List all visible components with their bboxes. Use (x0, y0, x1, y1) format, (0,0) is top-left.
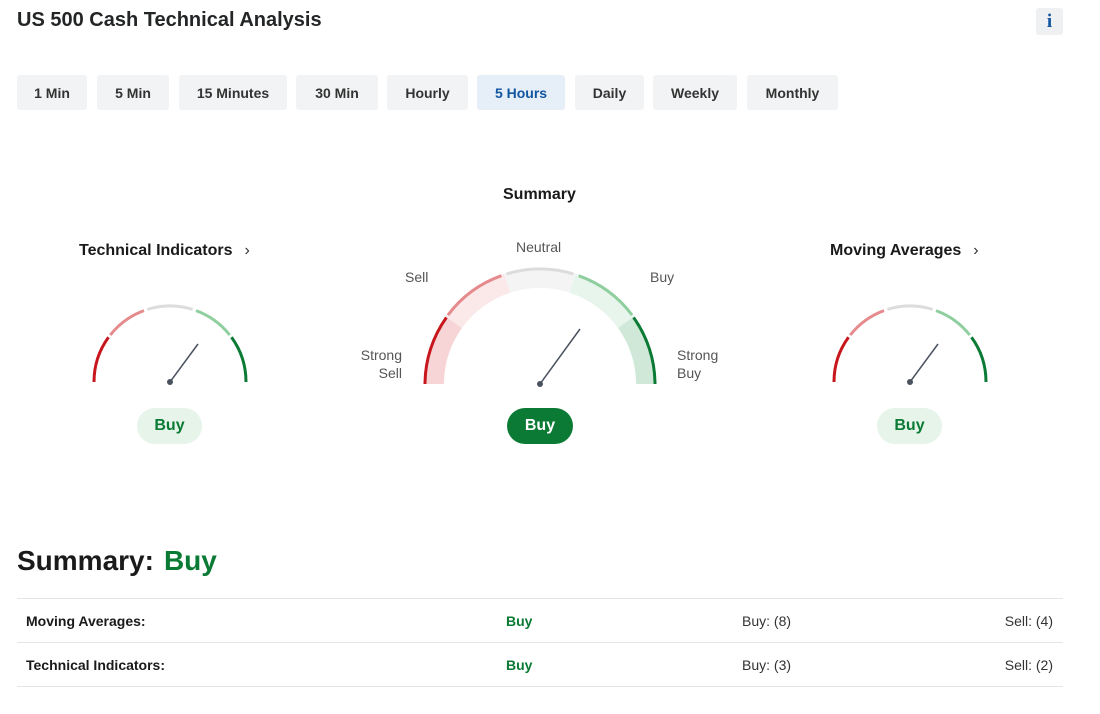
gauge-strong-sell-arc (832, 336, 850, 383)
tab-5-hours[interactable]: 5 Hours (477, 75, 565, 110)
gauge-needle (909, 343, 939, 383)
tab-5-min[interactable]: 5 Min (97, 75, 169, 110)
gauge-buy-arc (569, 273, 635, 328)
table-row: Moving Averages: Buy Buy: (8) Sell: (4) (17, 599, 1063, 643)
tab-monthly[interactable]: Monthly (747, 75, 838, 110)
moving-averages-heading[interactable]: Moving Averages › (830, 242, 979, 260)
row-buy-count: Buy: (8) (742, 612, 792, 629)
gauge-strong-sell-arc (92, 336, 110, 383)
technical-indicators-heading[interactable]: Technical Indicators › (79, 242, 250, 260)
moving-averages-title: Moving Averages (830, 242, 962, 259)
gauge-neutral-arc (146, 304, 194, 311)
tab-30-min[interactable]: 30 Min (296, 75, 378, 110)
table-row: Technical Indicators: Buy Buy: (3) Sell:… (17, 643, 1063, 687)
gauge-buy-arc (195, 309, 231, 336)
summary-signal-badge: Buy (507, 408, 573, 444)
gauge-needle-pivot (537, 381, 543, 387)
row-buy-count: Buy: (3) (742, 656, 792, 673)
strong-buy-label: Strong Buy (677, 347, 719, 381)
info-icon[interactable]: i (1036, 8, 1063, 35)
tab-1-min[interactable]: 1 Min (17, 75, 87, 110)
gauge-strong-buy-arc (230, 336, 248, 383)
gauge-needle (169, 343, 199, 383)
tab-hourly[interactable]: Hourly (387, 75, 468, 110)
row-signal: Buy (506, 656, 533, 673)
gauge-sell-arc (109, 309, 145, 336)
technical-indicators-gauge (92, 304, 248, 385)
gauge-sell-arc (445, 273, 511, 328)
row-name: Moving Averages: (26, 612, 146, 629)
moving-averages-gauge (832, 304, 988, 385)
page-title: US 500 Cash Technical Analysis (17, 9, 322, 31)
gauge-sell-arc (849, 309, 885, 336)
strong-sell-label: Strong Sell (360, 347, 402, 381)
gauge-strong-buy-arc (970, 336, 988, 383)
neutral-label: Neutral (516, 239, 562, 255)
row-sell-count: Sell: (2) (1004, 656, 1053, 673)
gauge-needle-pivot (907, 379, 913, 385)
row-signal: Buy (506, 612, 533, 629)
summary-heading: Summary: Buy (17, 545, 217, 577)
row-name: Technical Indicators: (26, 656, 165, 673)
summary-heading-value: Buy (163, 545, 217, 576)
gauge-needle (539, 328, 581, 385)
tab-weekly[interactable]: Weekly (653, 75, 737, 110)
moving-averages-signal-badge: Buy (877, 408, 942, 444)
tab-15-minutes[interactable]: 15 Minutes (179, 75, 287, 110)
summary-gauge-title: Summary (503, 186, 576, 203)
chevron-right-icon: › (244, 242, 250, 259)
summary-gauge (423, 267, 657, 387)
summary-heading-label: Summary: (17, 545, 154, 576)
gauge-buy-arc (935, 309, 971, 336)
gauge-neutral-arc (886, 304, 934, 311)
technical-indicators-signal-badge: Buy (137, 408, 202, 444)
chevron-right-icon: › (973, 242, 979, 259)
row-sell-count: Sell: (4) (1004, 612, 1053, 629)
summary-table: Moving Averages: Buy Buy: (8) Sell: (4) … (17, 598, 1063, 687)
tab-daily[interactable]: Daily (575, 75, 644, 110)
gauge-needle-pivot (167, 379, 173, 385)
technical-indicators-title: Technical Indicators (79, 242, 233, 259)
